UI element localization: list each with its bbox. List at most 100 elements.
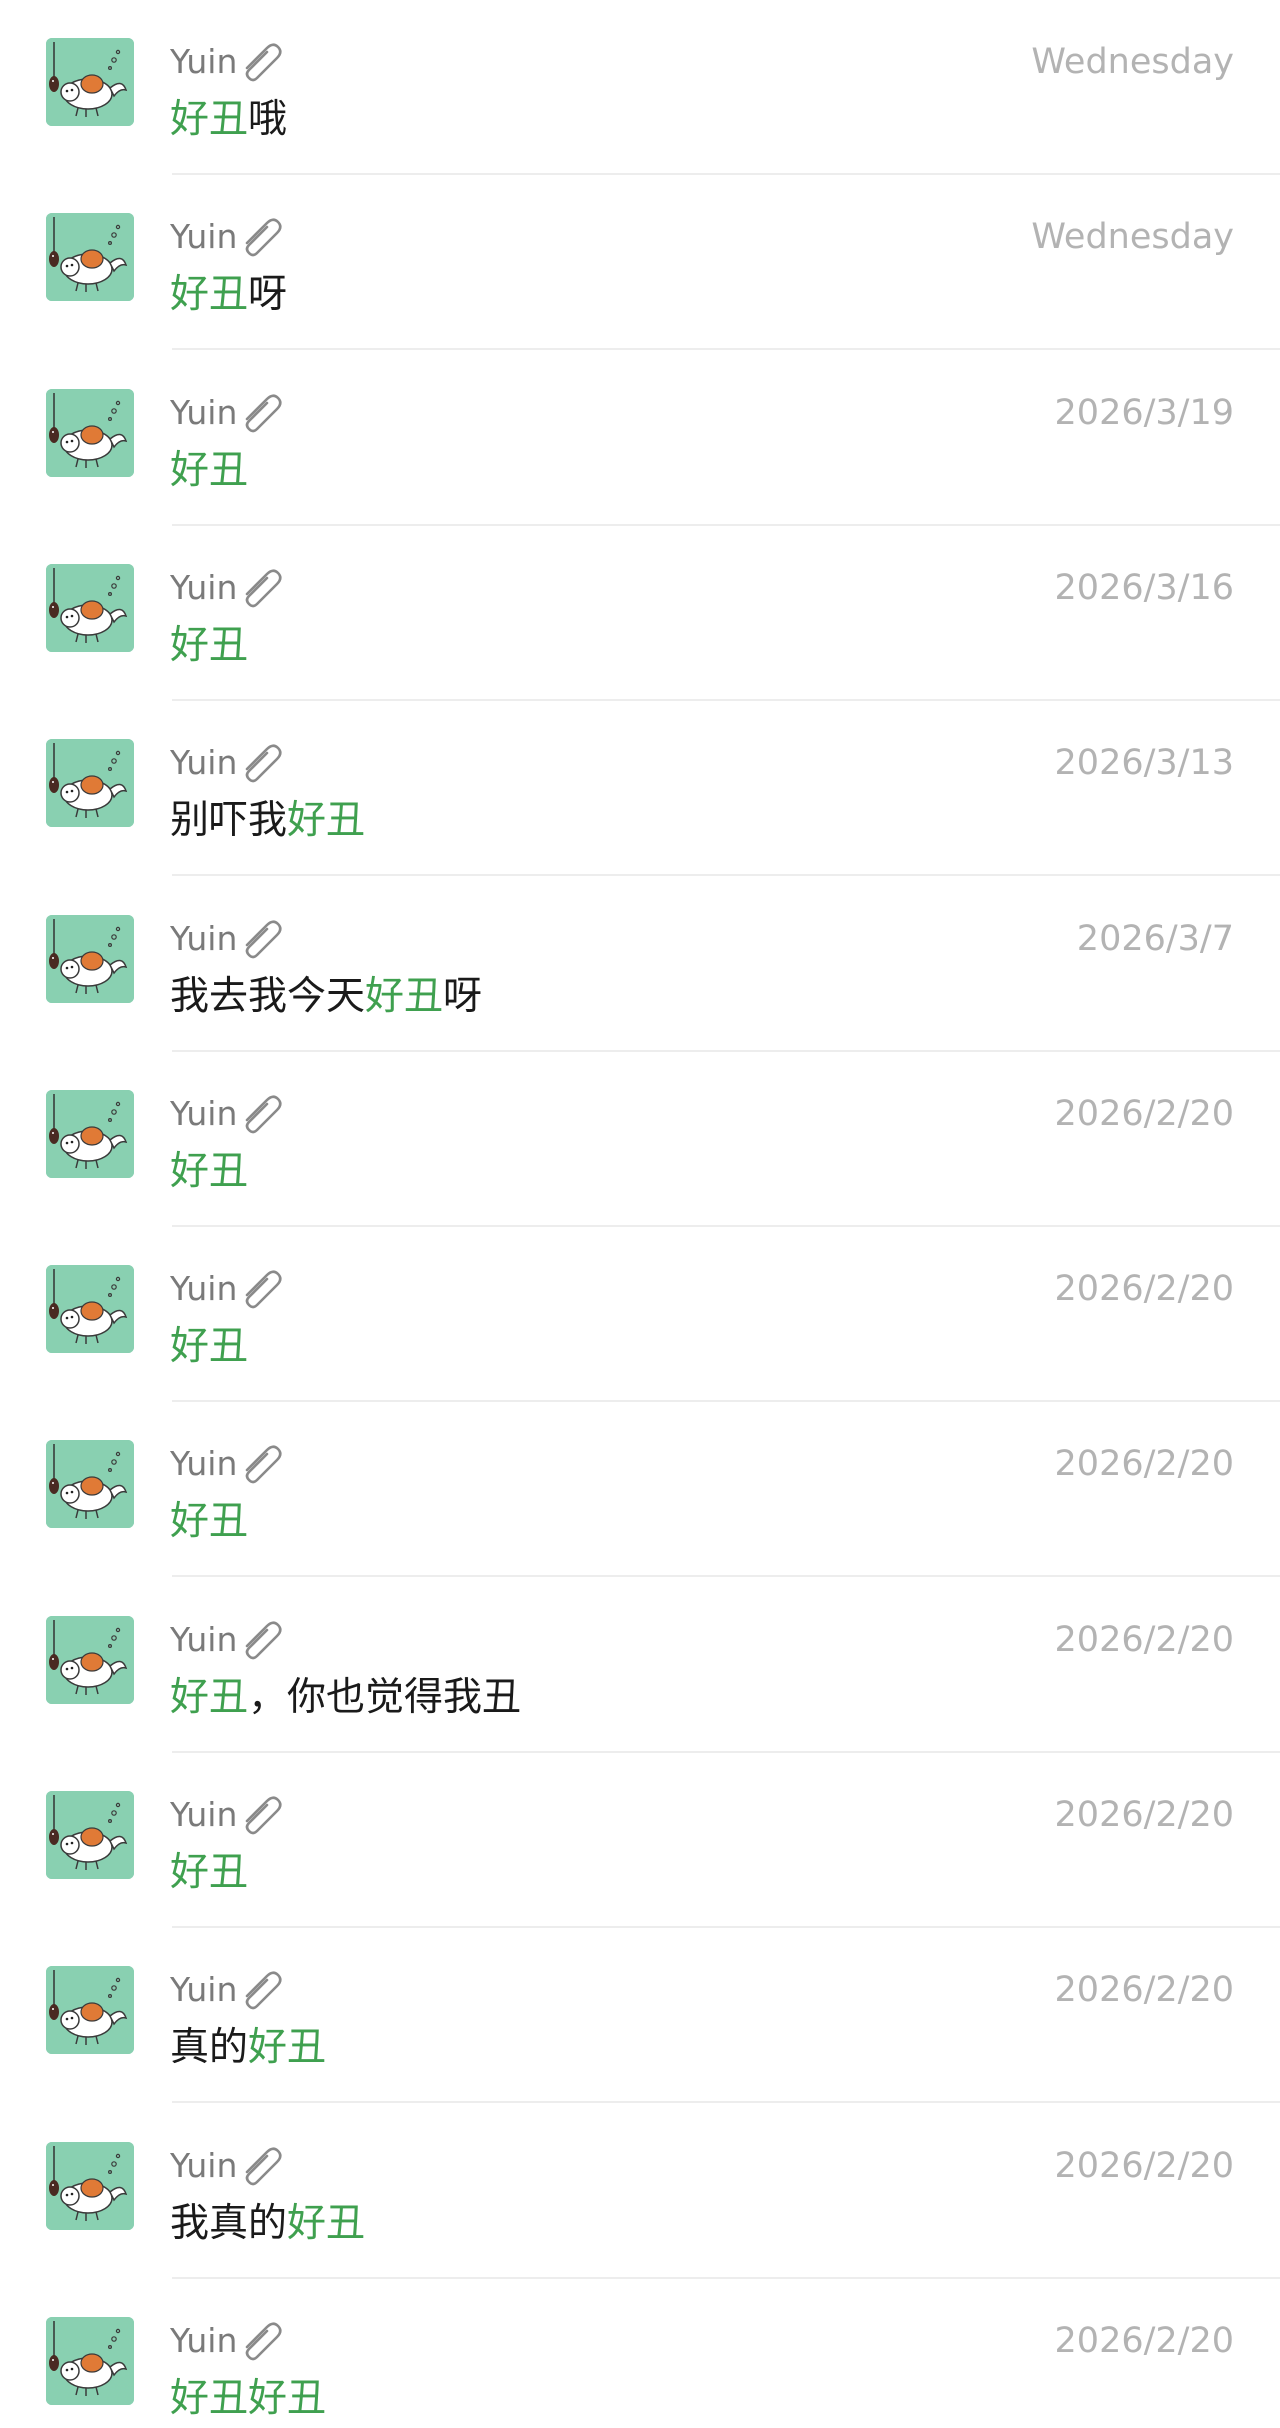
avatar-fish-cat-icon: [46, 388, 134, 477]
message-time: Wednesday: [1031, 42, 1234, 82]
contact-avatar[interactable]: [46, 1265, 134, 1354]
paperclip-icon: [239, 1269, 287, 1309]
paperclip-icon: [239, 2146, 287, 2186]
highlighted-keyword: 好丑: [170, 1148, 249, 1194]
message-text: 我真的: [170, 2200, 288, 2246]
name-line: Yuin: [170, 1269, 287, 1309]
avatar-fish-cat-icon: [46, 213, 134, 302]
message-time: 2026/2/20: [1054, 1795, 1234, 1835]
highlighted-keyword: 好丑: [170, 1850, 249, 1895]
paperclip-icon: [239, 919, 287, 959]
avatar-fish-cat-icon: [46, 1089, 134, 1178]
avatar-fish-cat-icon: [46, 1966, 134, 2055]
contact-name: Yuin: [170, 1619, 238, 1659]
contact-avatar[interactable]: [46, 38, 134, 126]
message-text: 我去我今天: [170, 973, 366, 1019]
contact-name: Yuin: [170, 918, 238, 958]
highlighted-keyword: 好丑: [248, 2025, 327, 2071]
message-preview: 好丑哦: [170, 92, 287, 148]
contact-avatar[interactable]: [46, 213, 134, 302]
message-time: 2026/2/20: [1054, 1269, 1234, 1310]
chat-result-row-5[interactable]: Yuin 2026/3/13 别吓我好丑: [0, 701, 1280, 877]
paperclip-icon: [239, 1620, 287, 1660]
chat-result-row-3[interactable]: Yuin 2026/3/19 好丑: [0, 351, 1280, 526]
highlighted-keyword: 好丑: [170, 1324, 249, 1370]
message-preview: 好丑: [170, 443, 248, 499]
chat-result-row-11[interactable]: Yuin 2026/2/20 好丑: [0, 1753, 1280, 1928]
highlighted-keyword: 好丑: [170, 1674, 249, 1720]
message-preview: 好丑: [170, 618, 248, 674]
chat-result-row-10[interactable]: Yuin 2026/2/20 好丑，你也觉得我丑: [0, 1578, 1280, 1753]
contact-avatar[interactable]: [46, 739, 134, 828]
contact-avatar[interactable]: [46, 1966, 134, 2055]
chat-result-row-14[interactable]: Yuin 2026/2/20 好丑好丑: [0, 2279, 1280, 2428]
avatar-fish-cat-icon: [46, 1791, 134, 1879]
highlighted-keyword: 好丑: [170, 622, 249, 668]
message-time: 2026/3/19: [1054, 392, 1234, 433]
name-line: Yuin: [170, 1444, 287, 1484]
contact-name: Yuin: [170, 1269, 238, 1309]
contact-avatar[interactable]: [46, 563, 134, 652]
message-text: 真的: [170, 2025, 249, 2071]
contact-name: Yuin: [170, 2320, 238, 2360]
avatar-fish-cat-icon: [46, 914, 134, 1003]
message-preview: 好丑: [170, 1144, 248, 1200]
highlighted-keyword: 好丑好丑: [170, 2375, 327, 2421]
chat-result-row-7[interactable]: Yuin 2026/2/20 好丑: [0, 1052, 1280, 1227]
name-line: Yuin: [170, 2321, 287, 2361]
chat-result-row-9[interactable]: Yuin 2026/2/20 好丑: [0, 1402, 1280, 1578]
message-text: 别吓我: [170, 798, 288, 844]
contact-avatar[interactable]: [46, 1615, 134, 1704]
paperclip-icon: [239, 1094, 287, 1134]
contact-avatar[interactable]: [46, 914, 134, 1003]
name-line: Yuin: [170, 2146, 287, 2186]
message-time: Wednesday: [1031, 217, 1234, 258]
paperclip-icon: [239, 393, 287, 433]
chat-result-row-8[interactable]: Yuin 2026/2/20 好丑: [0, 1227, 1280, 1403]
message-time: 2026/2/20: [1054, 2145, 1234, 2186]
paperclip-icon: [239, 568, 287, 608]
contact-name: Yuin: [170, 392, 238, 432]
avatar-fish-cat-icon: [46, 2316, 134, 2405]
message-time: 2026/2/20: [1054, 2320, 1234, 2361]
message-preview: 我真的好丑: [170, 2196, 365, 2252]
avatar-fish-cat-icon: [46, 1615, 134, 1704]
chat-result-row-1[interactable]: Yuin Wednesday 好丑哦: [0, 0, 1280, 175]
contact-avatar[interactable]: [46, 1440, 134, 1529]
contact-name: Yuin: [170, 217, 238, 257]
chat-result-row-6[interactable]: Yuin 2026/3/7 我去我今天好丑呀: [0, 877, 1280, 1052]
paperclip-icon: [239, 743, 287, 783]
name-line: Yuin: [170, 919, 287, 959]
chat-result-row-4[interactable]: Yuin 2026/3/16 好丑: [0, 526, 1280, 701]
contact-avatar[interactable]: [46, 1089, 134, 1178]
paperclip-icon: [239, 1444, 287, 1484]
name-line: Yuin: [170, 42, 287, 82]
message-preview: 真的好丑: [170, 2020, 326, 2076]
highlighted-keyword: 好丑: [287, 2200, 366, 2246]
highlighted-keyword: 好丑: [170, 1499, 249, 1545]
message-text: 哦: [248, 97, 288, 142]
search-results-list: Yuin Wednesday 好丑哦 Yuin Wednesday 好丑呀 Yu…: [0, 0, 1280, 2428]
avatar-fish-cat-icon: [46, 2141, 134, 2230]
name-line: Yuin: [170, 1620, 287, 1660]
message-preview: 好丑好丑: [170, 2371, 326, 2427]
message-text: 呀: [443, 973, 483, 1019]
contact-avatar[interactable]: [46, 388, 134, 477]
message-preview: 好丑呀: [170, 267, 287, 323]
message-preview: 好丑: [170, 1319, 248, 1375]
contact-avatar[interactable]: [46, 2141, 134, 2230]
chat-result-row-13[interactable]: Yuin 2026/2/20 我真的好丑: [0, 2104, 1280, 2279]
chat-result-row-12[interactable]: Yuin 2026/2/20 真的好丑: [0, 1928, 1280, 2104]
chat-result-row-2[interactable]: Yuin Wednesday 好丑呀: [0, 175, 1280, 351]
contact-name: Yuin: [170, 1444, 238, 1484]
highlighted-keyword: 好丑: [170, 272, 249, 318]
avatar-fish-cat-icon: [46, 1265, 134, 1354]
name-line: Yuin: [170, 393, 287, 433]
contact-avatar[interactable]: [46, 1791, 134, 1879]
message-time: 2026/2/20: [1054, 1970, 1234, 2011]
avatar-fish-cat-icon: [46, 38, 134, 126]
contact-name: Yuin: [170, 567, 238, 607]
message-preview: 好丑，你也觉得我丑: [170, 1670, 521, 1726]
paperclip-icon: [239, 2321, 287, 2361]
contact-avatar[interactable]: [46, 2316, 134, 2405]
